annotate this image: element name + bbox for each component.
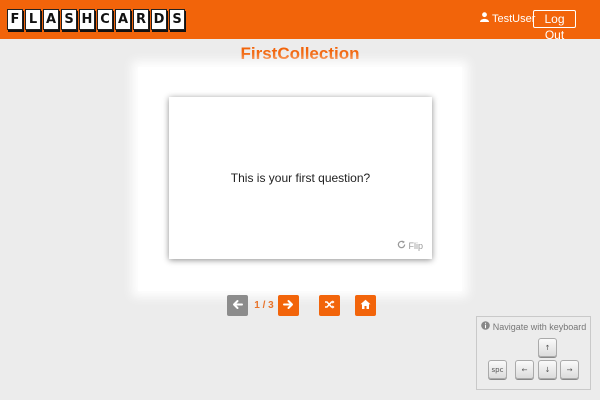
key-down: ↓	[538, 360, 557, 379]
home-button[interactable]	[355, 295, 376, 316]
logo-letter: D	[151, 9, 167, 30]
logo-letter: F	[7, 9, 23, 30]
key-up: ↑	[538, 338, 557, 357]
user-icon	[480, 12, 489, 25]
info-icon	[480, 321, 490, 332]
refresh-icon	[397, 240, 406, 251]
username-label: TestUser	[492, 12, 536, 25]
key-space: spc	[488, 360, 507, 379]
flip-label: Flip	[408, 240, 423, 251]
keyboard-help-text: Navigate with keyboard	[492, 321, 587, 332]
flashcard[interactable]: This is your first question? Flip	[169, 97, 432, 259]
card-counter: 1 / 3	[254, 300, 274, 311]
logo-letter: L	[25, 9, 41, 30]
next-card-button[interactable]	[278, 295, 299, 316]
logo-letter: A	[115, 9, 131, 30]
flashcards-logo[interactable]: F L A S H C A R D S	[7, 9, 185, 30]
keyboard-help-title: Navigate with keyboard	[477, 321, 590, 332]
shuffle-icon	[324, 297, 335, 315]
logo-letter: S	[61, 9, 77, 30]
arrow-right-icon	[283, 297, 294, 315]
logo-letter: A	[43, 9, 59, 30]
logo-letter: S	[169, 9, 185, 30]
collection-title: FirstCollection	[240, 44, 360, 63]
keyboard-help-panel: Navigate with keyboard ↑ spc ← ↓ →	[476, 316, 591, 390]
key-left: ←	[515, 360, 534, 379]
flip-button[interactable]: Flip	[397, 240, 423, 251]
user-account[interactable]: TestUser	[480, 12, 535, 25]
logout-button[interactable]: Log Out	[533, 10, 576, 42]
key-right: →	[560, 360, 579, 379]
logo-letter: R	[133, 9, 149, 30]
card-question: This is your first question?	[230, 171, 371, 185]
logo-letter: H	[79, 9, 95, 30]
shuffle-button[interactable]	[319, 295, 340, 316]
top-navbar: F L A S H C A R D S TestUser Log Out	[0, 0, 600, 42]
arrow-left-icon	[232, 297, 243, 315]
home-icon	[360, 297, 371, 315]
previous-card-button[interactable]	[227, 295, 248, 316]
logo-letter: C	[97, 9, 113, 30]
